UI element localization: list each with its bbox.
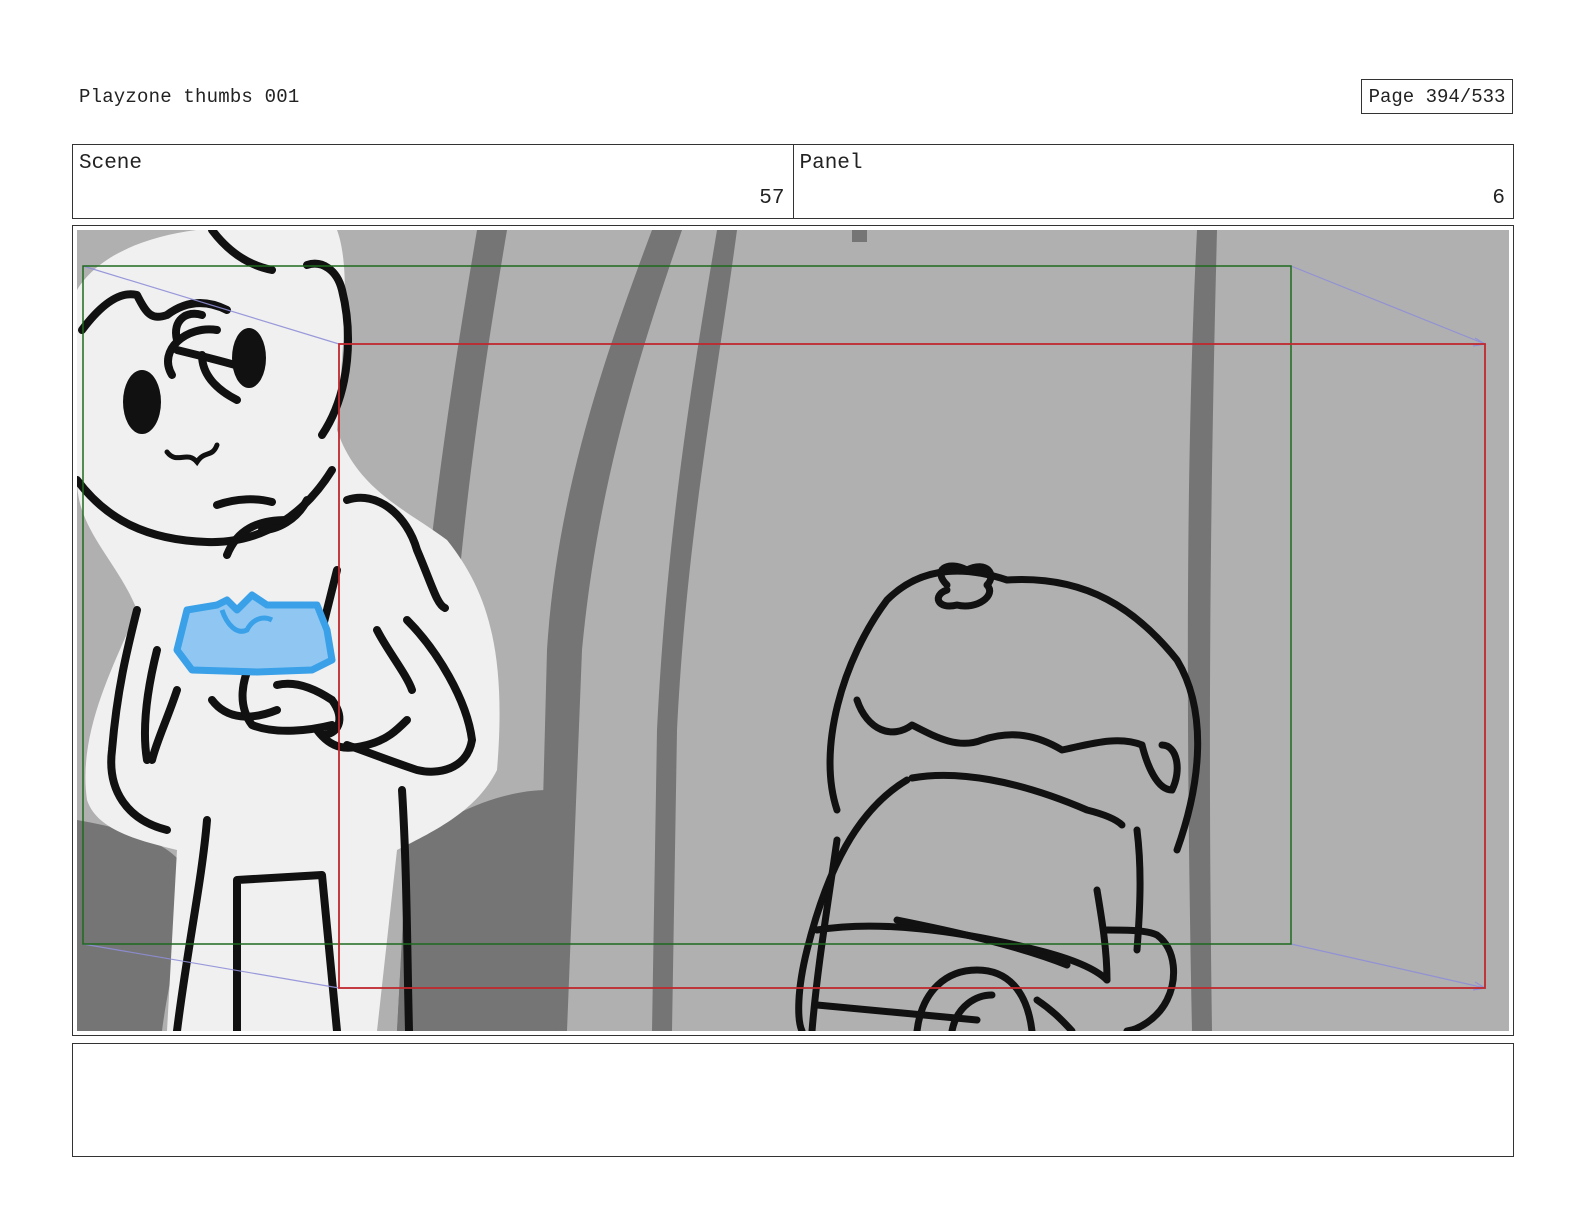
- scene-panel-row: Scene 57 Panel 6: [72, 144, 1514, 219]
- panel-number: 6: [1492, 187, 1505, 210]
- page-number-label: Page 394/533: [1368, 85, 1506, 108]
- panel-label: Panel: [799, 152, 863, 175]
- scene-label: Scene: [79, 152, 143, 175]
- document-title: Playzone thumbs 001: [79, 86, 300, 108]
- storyboard-sketch: [77, 230, 1509, 1031]
- panel-cell: Panel 6: [792, 145, 1514, 218]
- storyboard-frame: [72, 225, 1514, 1036]
- page-indicator: Page 394/533: [1361, 79, 1513, 114]
- panel-notes-box: [72, 1043, 1514, 1157]
- held-object: [173, 591, 336, 676]
- scene-number: 57: [759, 187, 785, 210]
- scene-cell: Scene 57: [73, 145, 793, 218]
